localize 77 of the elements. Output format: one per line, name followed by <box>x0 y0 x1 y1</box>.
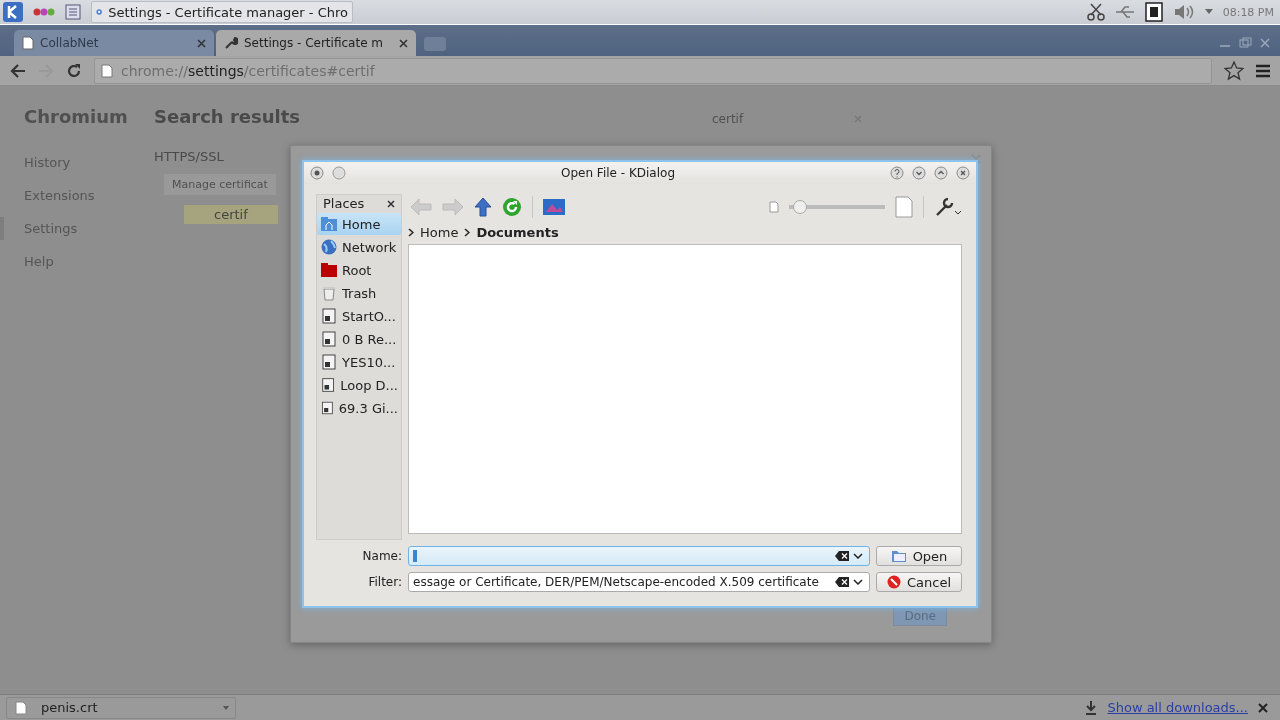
help-icon[interactable] <box>890 166 904 180</box>
usb-icon[interactable] <box>1114 4 1135 20</box>
url-text: chrome://settings/certificates#certif <box>121 62 375 79</box>
app-title: Chromium <box>24 106 129 127</box>
search-match: certif <box>184 205 278 224</box>
file-icon <box>15 700 27 715</box>
field-label: Name: <box>361 549 402 563</box>
taskbar-window-button[interactable]: Settings - Certificate manager - Chro <box>91 1 353 23</box>
page-icon <box>22 36 34 50</box>
clear-icon[interactable] <box>835 551 849 561</box>
menu-icon[interactable] <box>310 166 324 180</box>
filter-combo[interactable]: essage or Certificate, DER/PEM/Netscape-encoded X.509 certificate <box>408 572 870 592</box>
places-item[interactable]: 69.3 Gi... <box>317 397 401 419</box>
open-button[interactable]: Open <box>876 546 962 566</box>
stop-icon <box>886 575 901 589</box>
clock: 08:18 PM <box>1222 5 1274 19</box>
dots-icon[interactable] <box>33 7 55 17</box>
up-arrow-icon[interactable] <box>474 197 492 217</box>
places-item[interactable]: YES10... <box>317 351 401 373</box>
speaker-icon[interactable] <box>1172 3 1195 21</box>
cancel-button[interactable]: Cancel <box>876 572 962 592</box>
launcher-icon[interactable] <box>3 2 23 22</box>
drive-icon <box>320 307 338 325</box>
reload-icon[interactable] <box>502 197 522 217</box>
reload-icon[interactable] <box>66 62 82 79</box>
section-title: HTTPS/SSL <box>154 149 224 164</box>
drive-icon <box>320 353 338 371</box>
minimize-icon[interactable] <box>912 166 926 180</box>
page-heading: Search results <box>154 106 301 127</box>
scissors-icon[interactable] <box>1086 3 1105 21</box>
small-page-icon <box>769 201 779 213</box>
places-item[interactable]: 0 B Re... <box>317 328 401 350</box>
page-icon <box>101 63 113 78</box>
text-cursor <box>413 550 417 562</box>
star-icon[interactable] <box>1224 60 1244 81</box>
drive-icon <box>320 330 338 348</box>
clear-icon[interactable] <box>835 577 849 587</box>
breadcrumb-item[interactable]: Documents <box>476 224 559 240</box>
tools-icon[interactable] <box>934 196 962 218</box>
menu-icon[interactable] <box>1256 63 1270 78</box>
places-item[interactable]: Loop D... <box>317 374 401 396</box>
trash-icon <box>320 284 338 302</box>
address-bar[interactable]: chrome://settings/certificates#certif <box>94 57 1212 84</box>
network-icon[interactable] <box>1144 2 1163 22</box>
places-item[interactable]: Network <box>317 236 401 258</box>
download-icon <box>1085 700 1098 715</box>
home-folder-icon <box>320 215 338 233</box>
chevron-icon <box>408 227 414 237</box>
chevron-icon <box>464 227 471 237</box>
drive-icon <box>320 376 337 394</box>
places-item[interactable]: Trash <box>317 282 401 304</box>
dropdown-icon[interactable] <box>853 579 863 585</box>
folder-icon <box>320 261 338 279</box>
dropdown-icon[interactable] <box>853 553 863 559</box>
caret-icon[interactable] <box>223 705 229 710</box>
panel-title: Places <box>323 196 365 211</box>
window-title: Open File - KDialog <box>560 166 676 180</box>
download-item[interactable]: penis.crt <box>6 696 236 719</box>
drive-icon <box>320 399 335 417</box>
notes-icon[interactable] <box>65 4 81 20</box>
large-page-icon <box>895 196 913 218</box>
places-item[interactable]: Home <box>317 213 401 235</box>
places-item[interactable]: StartO... <box>317 305 401 327</box>
browser-tab[interactable]: Settings - Certificate m <box>216 30 416 56</box>
pin-icon[interactable] <box>332 166 346 180</box>
restore-icon[interactable] <box>1236 36 1254 50</box>
back-icon[interactable] <box>10 63 26 78</box>
slider-thumb[interactable] <box>793 200 808 214</box>
field-label: Filter: <box>367 575 402 589</box>
globe-icon <box>320 238 338 256</box>
places-item[interactable]: Root <box>317 259 401 281</box>
wrench-icon <box>224 36 238 50</box>
breadcrumb-item[interactable]: Home <box>420 224 459 240</box>
folder-icon <box>890 549 907 563</box>
maximize-icon[interactable] <box>934 166 948 180</box>
name-field[interactable] <box>408 546 870 566</box>
caret-icon[interactable] <box>1204 9 1213 15</box>
